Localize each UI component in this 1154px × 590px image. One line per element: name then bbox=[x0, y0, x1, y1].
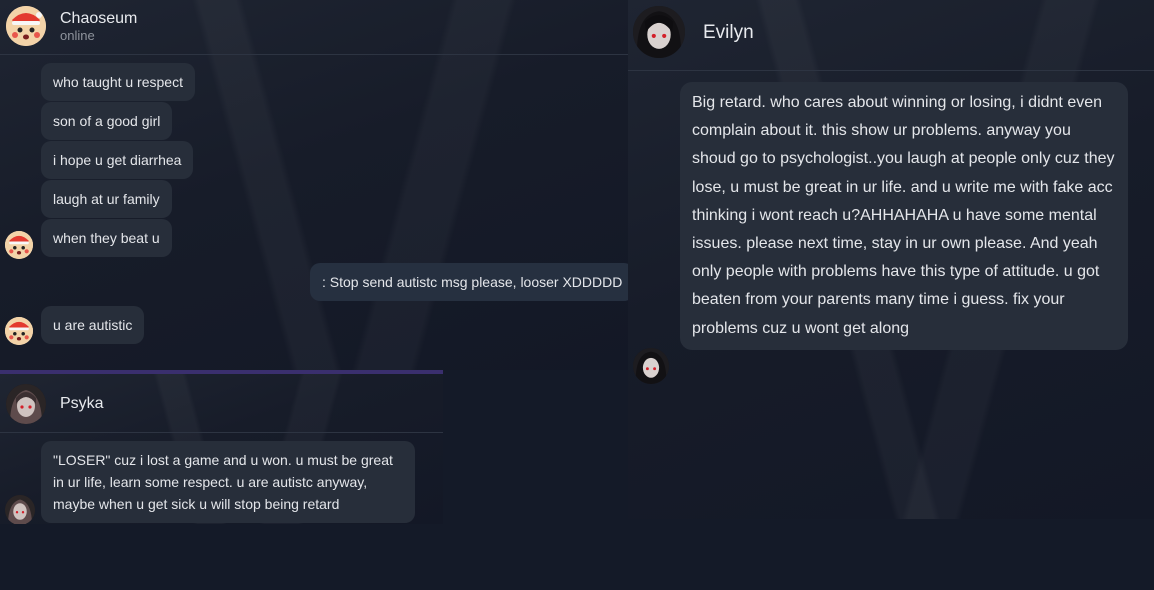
chat-header: Evilyn bbox=[628, 0, 1154, 71]
evilyn-chat-panel: Evilyn Big retard. who cares about winni… bbox=[628, 0, 1154, 519]
evilyn-name[interactable]: Evilyn bbox=[703, 22, 754, 44]
psyka-name[interactable]: Psyka bbox=[60, 395, 104, 413]
pikachu-santa-icon bbox=[5, 231, 33, 259]
message-bubble: u are autistic bbox=[41, 306, 145, 344]
psyka-chat-panel: Psyka "LOSER" cuz i lost a game and u wo… bbox=[0, 370, 443, 524]
message-bubble: son of a good girl bbox=[41, 102, 173, 140]
evilyn-message-avatar[interactable] bbox=[633, 348, 669, 384]
evilyn-avatar[interactable] bbox=[633, 6, 685, 58]
reply-bubble: : Stop send autistc msg please, looser X… bbox=[310, 263, 628, 301]
psyka-avatar[interactable] bbox=[6, 384, 46, 424]
message-bubble: who taught u respect bbox=[41, 63, 195, 101]
chat-header: Chaoseum online bbox=[0, 0, 628, 55]
pikachu-santa-icon bbox=[6, 6, 46, 46]
chat-header: Psyka bbox=[0, 374, 443, 433]
chaoseum-chat-panel: Chaoseum online who taught u respect son… bbox=[0, 0, 628, 370]
online-status: online bbox=[60, 28, 95, 43]
chaoseum-avatar[interactable] bbox=[6, 6, 46, 46]
message-bubble: laugh at ur family bbox=[41, 180, 172, 218]
message-bubble: when they beat u bbox=[41, 219, 172, 257]
chaoseum-message-avatar[interactable] bbox=[5, 231, 33, 259]
chaoseum-message-avatar[interactable] bbox=[5, 317, 33, 345]
pikachu-santa-icon bbox=[5, 317, 33, 345]
message-bubble: "LOSER" cuz i lost a game and u won. u m… bbox=[41, 441, 415, 523]
dark-anime-avatar-icon bbox=[6, 384, 46, 424]
message-bubble: i hope u get diarrhea bbox=[41, 141, 194, 179]
chaoseum-name[interactable]: Chaoseum bbox=[60, 10, 137, 28]
dark-anime-avatar-icon bbox=[633, 6, 685, 58]
dark-anime-avatar-icon bbox=[633, 348, 669, 384]
dark-anime-avatar-icon bbox=[5, 495, 35, 524]
message-bubble: Big retard. who cares about winning or l… bbox=[680, 82, 1128, 350]
psyka-message-avatar[interactable] bbox=[5, 495, 35, 524]
